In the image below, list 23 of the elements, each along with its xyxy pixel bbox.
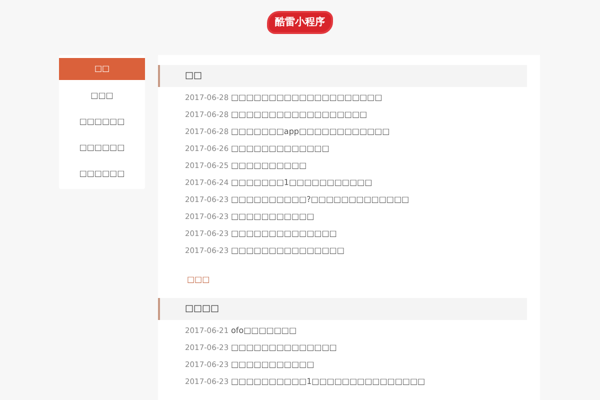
sidebar-item[interactable]: □□□□□□ [59, 135, 145, 161]
news-link[interactable]: □□□□□□□□□□?□□□□□□□□□□□□□ [231, 195, 410, 204]
sidebar-item[interactable]: □□ [59, 58, 145, 80]
sidebar-item[interactable]: □□□ [59, 83, 145, 109]
news-link[interactable]: □□□□□□□□□□1□□□□□□□□□□□□□□□ [231, 377, 426, 386]
news-link[interactable]: □□□□□□□□□□□ [231, 360, 314, 369]
news-link[interactable]: □□□□□□□□□□□ [231, 212, 314, 221]
news-link[interactable]: □□□□□□□□□□□□□□ [231, 229, 337, 238]
news-link[interactable]: □□□□□□□□□□□□□□□□□□□□ [231, 93, 382, 102]
news-link[interactable]: □□□□□□□□□□□□□□ [231, 343, 337, 352]
news-link[interactable]: □□□□□□□1□□□□□□□□□□□ [231, 178, 372, 187]
section-title: □□ [185, 71, 202, 81]
news-link[interactable]: □□□□□□□□□□□□□ [231, 144, 330, 153]
news-link[interactable]: ofo□□□□□□□ [231, 326, 297, 335]
sidebar-item[interactable]: □□□□□□ [59, 109, 145, 135]
news-link[interactable]: □□□□□□□□□□ [231, 161, 307, 170]
news-link[interactable]: □□□□□□□□□□□□□□□□□□ [231, 110, 368, 119]
logo[interactable]: 酷雷小程序 [269, 13, 331, 32]
sidebar-item[interactable]: □□□□□□ [59, 161, 145, 187]
section-title: □□□□ [185, 304, 220, 314]
news-link[interactable]: □□□□□□□□□□□□□□□ [231, 246, 344, 255]
news-link[interactable]: □□□□□□□app□□□□□□□□□□□□ [231, 127, 390, 136]
more-link[interactable]: □□□ [187, 275, 210, 284]
